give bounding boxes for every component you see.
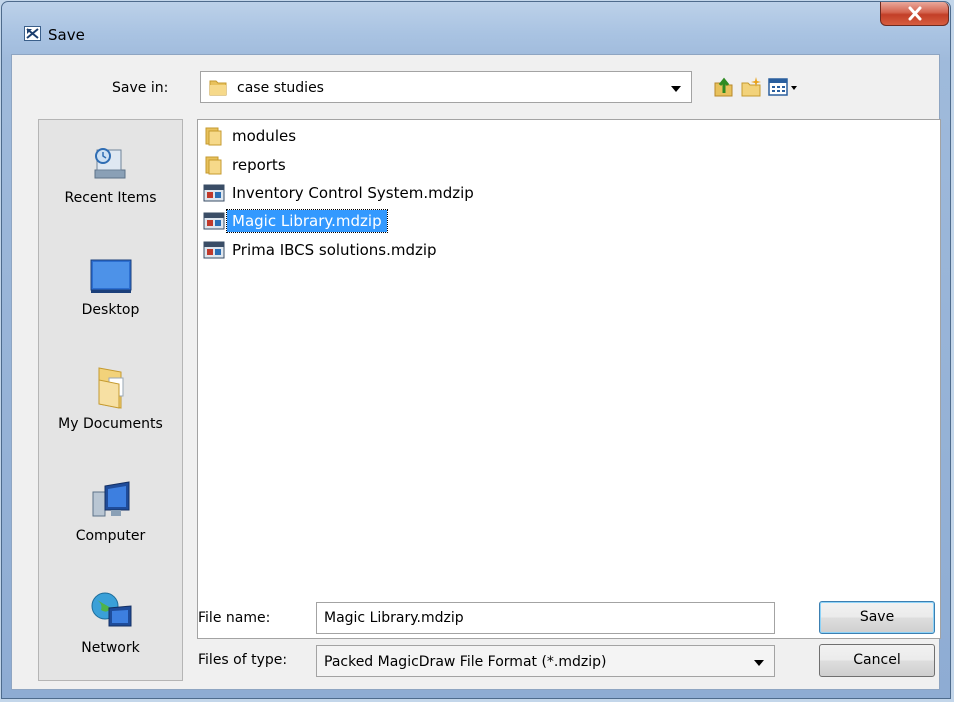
file-name: Inventory Control System.mdzip [232, 183, 474, 202]
dialog-body: Save in: case studies Recent Items Deskt… [11, 54, 941, 690]
save-button[interactable]: Save [819, 601, 935, 634]
file-list[interactable]: modules reports Inventory Control System… [197, 119, 941, 639]
list-item[interactable]: Inventory Control System.mdzip [201, 179, 479, 206]
recent-items-icon [94, 148, 126, 179]
place-label: Computer [75, 528, 146, 544]
save-in-value: case studies [237, 80, 324, 96]
place-recent-items[interactable]: Recent Items [39, 130, 182, 222]
folder-icon [209, 80, 227, 96]
file-name: Magic Library.mdzip [226, 208, 388, 233]
mdzip-file-icon [203, 241, 225, 258]
cancel-button[interactable]: Cancel [819, 644, 935, 677]
my-documents-icon [98, 367, 124, 409]
file-name-label: File name: [198, 610, 271, 626]
close-button[interactable] [880, 2, 949, 26]
save-in-combobox[interactable]: case studies [200, 71, 692, 103]
places-bar: Recent Items Desktop My Documents Comput… [38, 119, 183, 681]
up-folder-button[interactable] [712, 75, 736, 99]
save-in-label: Save in: [112, 80, 169, 96]
desktop-icon [90, 259, 132, 293]
view-menu-button[interactable] [767, 75, 801, 99]
files-of-type-label: Files of type: [198, 652, 288, 668]
new-folder-icon [741, 77, 761, 97]
folder-icon [205, 156, 222, 174]
list-item[interactable]: Prima IBCS solutions.mdzip [201, 236, 442, 263]
computer-icon [92, 481, 130, 517]
mdzip-file-icon [203, 212, 225, 229]
app-icon [24, 26, 41, 41]
place-label: Network [81, 640, 140, 656]
new-folder-button[interactable] [740, 75, 764, 99]
chevron-down-icon [754, 660, 764, 666]
file-name: reports [232, 155, 286, 174]
files-of-type-select[interactable]: Packed MagicDraw File Format (*.mdzip) [316, 645, 775, 677]
window-title: Save [48, 26, 85, 44]
file-name: Prima IBCS solutions.mdzip [232, 240, 437, 259]
mdzip-file-icon [203, 184, 225, 201]
place-label: Recent Items [64, 190, 157, 206]
file-name-field[interactable] [316, 602, 775, 634]
place-desktop[interactable]: Desktop [39, 242, 182, 334]
save-dialog: Save Save in: case studies Recent Items … [1, 1, 951, 699]
place-label: Desktop [81, 302, 140, 318]
list-item[interactable]: modules [201, 122, 301, 149]
list-item[interactable]: reports [201, 151, 291, 178]
file-name: modules [232, 126, 297, 145]
folder-icon [205, 127, 222, 145]
network-icon [91, 592, 132, 627]
view-menu-icon [768, 78, 797, 96]
files-of-type-value: Packed MagicDraw File Format (*.mdzip) [324, 654, 607, 670]
title-bar[interactable]: Save [2, 2, 950, 44]
place-my-documents[interactable]: My Documents [39, 356, 182, 448]
close-icon [908, 6, 922, 21]
place-computer[interactable]: Computer [39, 468, 182, 560]
place-label: My Documents [58, 416, 163, 432]
list-item-selected[interactable]: Magic Library.mdzip [201, 207, 388, 234]
up-folder-icon [714, 77, 733, 97]
place-network[interactable]: Network [39, 580, 182, 672]
chevron-down-icon [671, 86, 681, 92]
